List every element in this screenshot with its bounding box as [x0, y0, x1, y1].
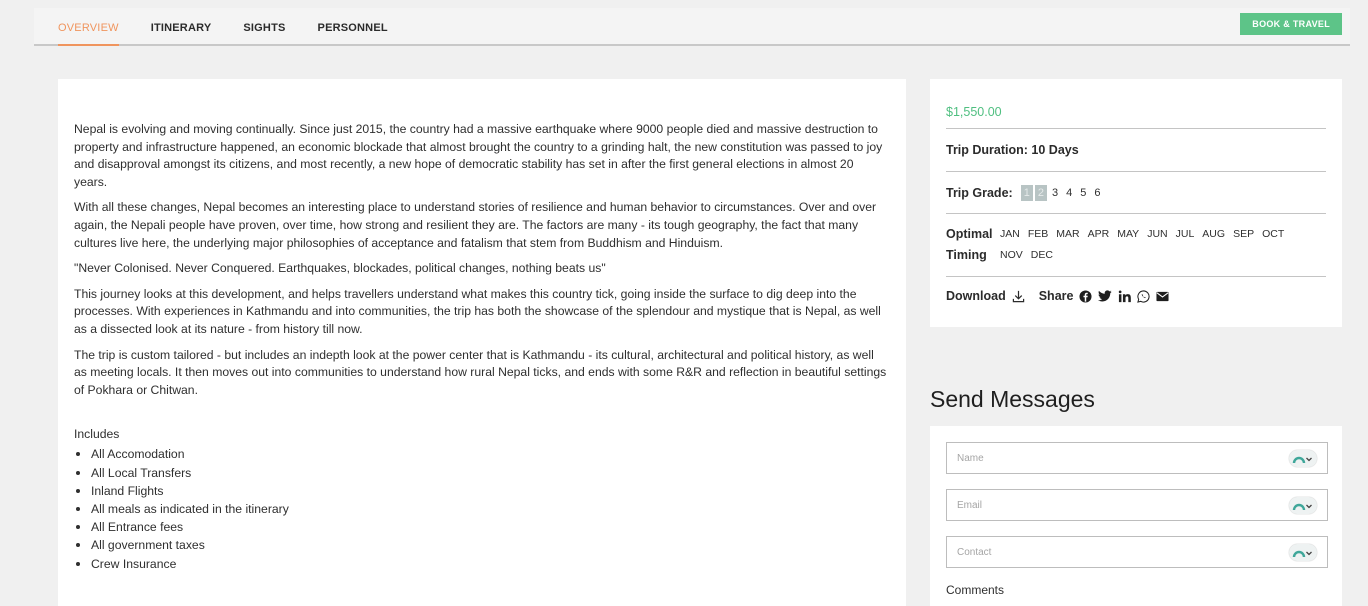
month: DEC — [1030, 249, 1053, 261]
month: AUG — [1202, 228, 1226, 240]
share-label: Share — [1038, 289, 1074, 303]
month-list: JAN FEB MAR APR MAY JUN JUL AUG SEP OCT … — [1000, 224, 1300, 266]
includes-list: All Accomodation All Local Transfers Inl… — [74, 445, 890, 572]
list-item: All meals as indicated in the itinerary — [74, 500, 890, 518]
overview-quote: "Never Colonised. Never Conquered. Earth… — [74, 261, 606, 276]
top-nav-bar: OVERVIEW ITINERARY SIGHTS PERSONNEL BOOK… — [34, 8, 1350, 46]
grade-1: 1 — [1020, 184, 1033, 201]
month: FEB — [1027, 228, 1049, 240]
name-field-wrapper — [946, 442, 1328, 474]
grade-2: 2 — [1034, 184, 1047, 201]
month: JAN — [1000, 228, 1020, 240]
contact-field[interactable] — [947, 537, 1327, 567]
month: MAR — [1056, 228, 1080, 240]
overview-paragraph: With all these changes, Nepal becomes an… — [74, 200, 877, 250]
grade-4: 4 — [1066, 186, 1073, 199]
download-share-row: Download Share — [946, 277, 1326, 315]
month: JUN — [1147, 228, 1168, 240]
autofill-extension-icon[interactable] — [1289, 450, 1317, 467]
comments-label: Comments — [946, 583, 1005, 597]
tab-list: OVERVIEW ITINERARY SIGHTS PERSONNEL — [58, 22, 420, 46]
grade-6: 6 — [1094, 186, 1101, 199]
overview-paragraph: The trip is custom tailored - but includ… — [74, 347, 887, 397]
list-item: Inland Flights — [74, 482, 890, 500]
tab-sights[interactable]: SIGHTS — [243, 22, 285, 46]
overview-paragraph: This journey looks at this development, … — [74, 286, 881, 336]
linkedin-icon[interactable] — [1118, 289, 1132, 303]
grade-5: 5 — [1080, 186, 1087, 199]
name-field[interactable] — [947, 443, 1327, 473]
overview-paragraph: Nepal is evolving and moving continually… — [74, 122, 883, 189]
trip-info-card: $1,550.00 Trip Duration: 10 Days Trip Gr… — [930, 79, 1342, 327]
month: NOV — [1000, 249, 1023, 261]
month: APR — [1087, 228, 1110, 240]
book-and-travel-button[interactable]: BOOK & TRAVEL — [1240, 13, 1342, 35]
list-item: Crew Insurance — [74, 555, 890, 573]
twitter-icon[interactable] — [1098, 290, 1113, 302]
download-label[interactable]: Download — [946, 289, 1006, 303]
mail-icon[interactable] — [1156, 291, 1170, 302]
whatsapp-icon[interactable] — [1137, 289, 1151, 303]
download-icon[interactable] — [1012, 290, 1025, 303]
list-item: All Entrance fees — [74, 518, 890, 536]
trip-grade-row: Trip Grade: 1 2 3 4 5 6 — [946, 172, 1326, 214]
trip-grade-label: Trip Grade: — [946, 185, 1013, 200]
month: MAY — [1117, 228, 1140, 240]
optimal-timing-label: Optimal Timing — [946, 224, 1000, 266]
autofill-extension-icon[interactable] — [1289, 544, 1317, 561]
trip-duration: Trip Duration: 10 Days — [946, 129, 1326, 172]
month: JUL — [1175, 228, 1195, 240]
message-form: Comments — [930, 426, 1342, 606]
tab-overview[interactable]: OVERVIEW — [58, 22, 119, 46]
optimal-label: Optimal — [946, 227, 993, 241]
trip-price: $1,550.00 — [946, 79, 1326, 129]
optimal-timing-row: Optimal Timing JAN FEB MAR APR MAY JUN J… — [946, 214, 1326, 277]
list-item: All government taxes — [74, 536, 890, 554]
email-field-wrapper — [946, 489, 1328, 521]
overview-panel: Nepal is evolving and moving continually… — [58, 79, 906, 606]
list-item: All Accomodation — [74, 445, 890, 463]
timing-label: Timing — [946, 248, 987, 262]
month: OCT — [1262, 228, 1285, 240]
list-item: All Local Transfers — [74, 464, 890, 482]
send-messages-heading: Send Messages — [930, 386, 1095, 412]
contact-field-wrapper — [946, 536, 1328, 568]
includes-heading: Includes — [74, 427, 120, 442]
autofill-extension-icon[interactable] — [1289, 497, 1317, 514]
tab-personnel[interactable]: PERSONNEL — [318, 22, 388, 46]
month: SEP — [1233, 228, 1255, 240]
email-field[interactable] — [947, 490, 1327, 520]
tab-itinerary[interactable]: ITINERARY — [151, 22, 212, 46]
grade-3: 3 — [1051, 186, 1059, 199]
facebook-icon[interactable] — [1079, 289, 1093, 303]
